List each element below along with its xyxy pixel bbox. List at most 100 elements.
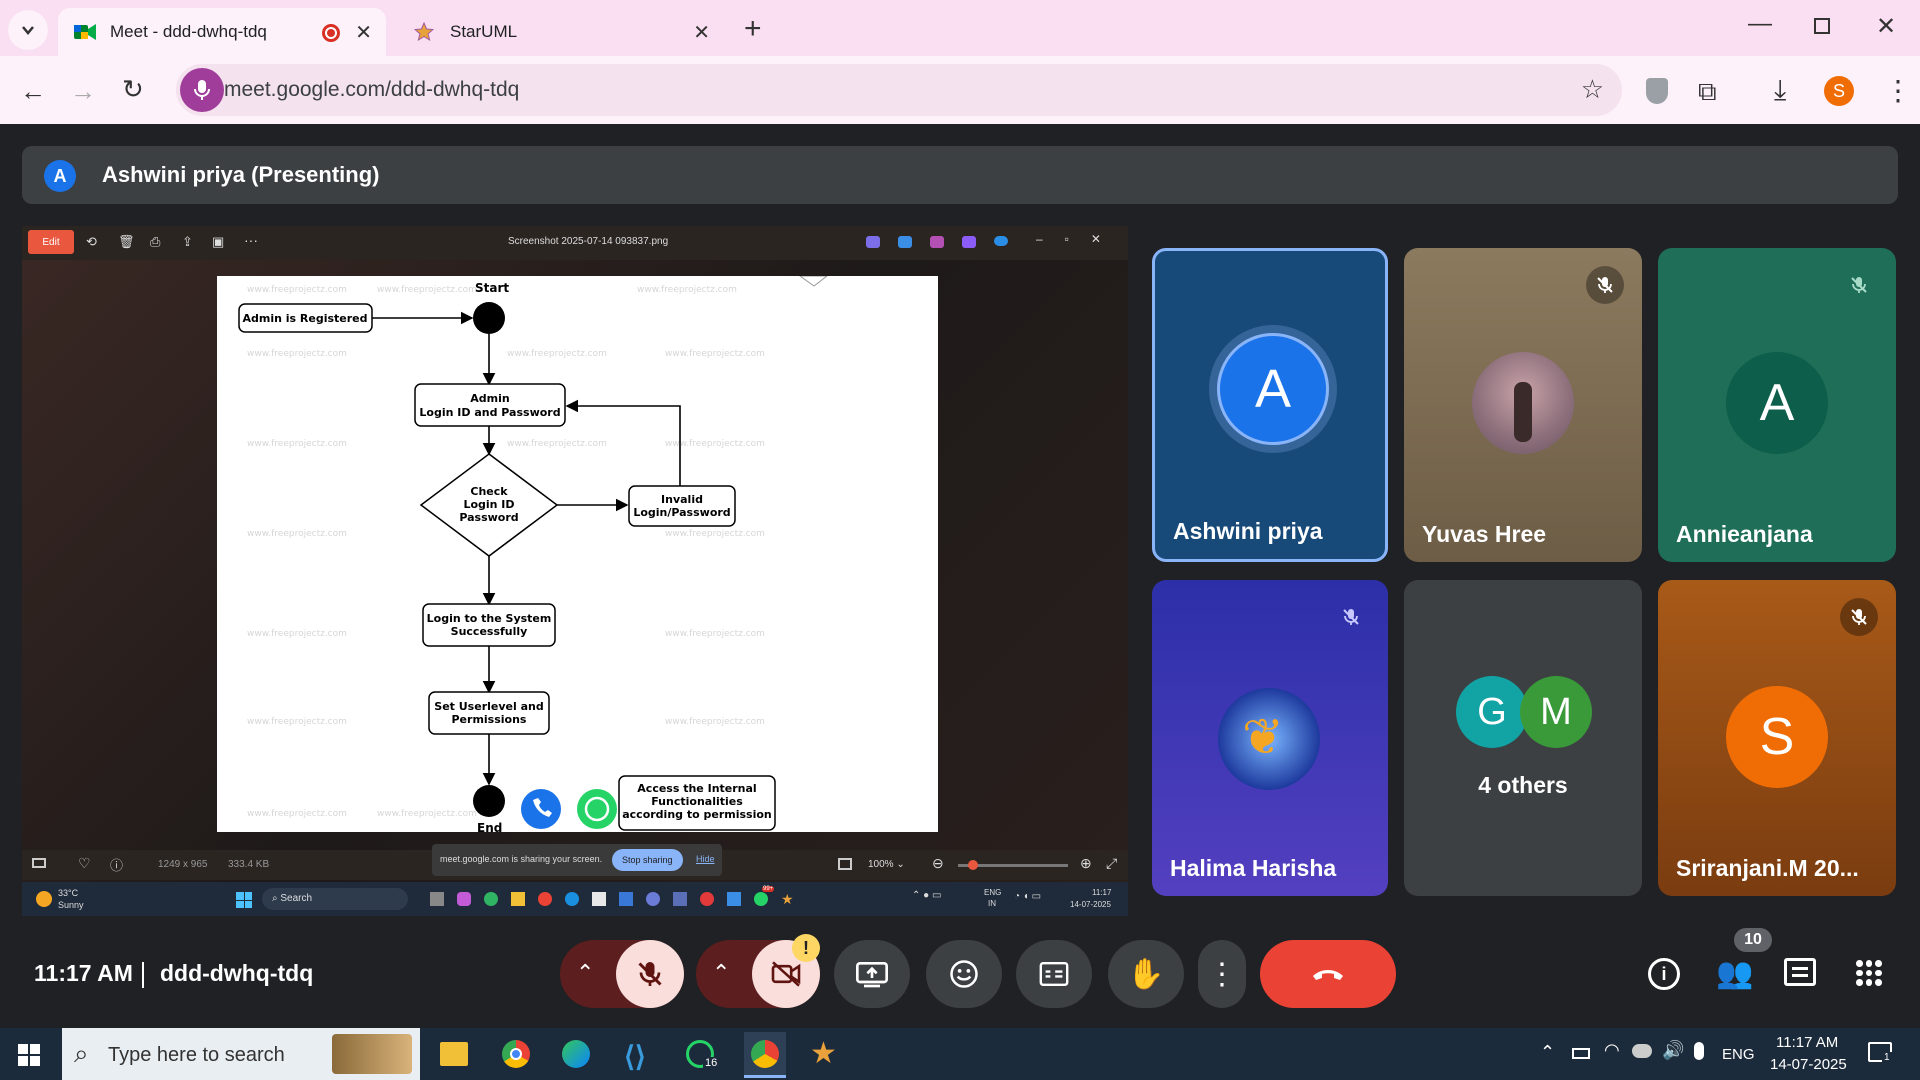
edit-button[interactable]: Edit	[28, 230, 74, 254]
delete-icon[interactable]: 🗑	[118, 234, 135, 250]
copilot-icon[interactable]	[866, 236, 880, 248]
browser-menu-icon[interactable]: ⋮	[1884, 74, 1912, 107]
viewer-window-controls[interactable]: –▫✕	[1036, 232, 1123, 246]
folder-icon[interactable]	[511, 892, 525, 906]
participant-tile[interactable]: Yuvas Hree	[1404, 248, 1642, 562]
clock-date[interactable]: 14-07-2025	[1770, 1056, 1847, 1073]
more-icon[interactable]: ···	[244, 232, 258, 248]
store-icon[interactable]	[619, 892, 633, 906]
info-icon[interactable]: ▣	[212, 234, 224, 250]
tab-meet[interactable]: Meet - ddd-dwhq-tdq ✕	[58, 8, 386, 56]
paint-icon[interactable]	[930, 236, 944, 248]
video-options-button[interactable]: ⌃	[712, 960, 730, 986]
onedrive-icon[interactable]	[994, 236, 1008, 246]
new-tab-button[interactable]: +	[744, 12, 762, 46]
share-icon[interactable]: ⇪	[182, 234, 193, 250]
taskbar-search[interactable]: ⌕ Search	[262, 888, 408, 910]
participant-tile[interactable]: ❦ Halima Harisha	[1152, 580, 1388, 896]
copilot-icon[interactable]	[457, 892, 471, 906]
tray-status-icons[interactable]: ◔ ◖ ▭	[1014, 891, 1041, 902]
extensions-puzzle-icon[interactable]: ⧉	[1698, 76, 1717, 108]
bookmark-star-icon[interactable]: ☆	[1581, 74, 1604, 105]
forward-icon[interactable]: →	[70, 76, 96, 107]
reload-icon[interactable]: ↻	[122, 74, 144, 105]
shield-extension-icon[interactable]	[1646, 78, 1668, 104]
mic-toggle-button[interactable]	[616, 940, 684, 1008]
close-window-button[interactable]: ✕	[1876, 12, 1896, 41]
stop-sharing-button[interactable]: Stop sharing	[612, 849, 683, 871]
captions-button[interactable]	[1016, 940, 1092, 1008]
camera-off-icon	[771, 961, 801, 987]
chat-icon[interactable]	[1784, 958, 1816, 986]
leave-call-button[interactable]	[1260, 940, 1396, 1008]
download-icon[interactable]: ⤓	[1774, 74, 1786, 107]
app-icon[interactable]	[673, 892, 687, 906]
tray-overflow-icon[interactable]: ⌃	[1540, 1042, 1555, 1063]
more-options-button[interactable]: ⋮	[1198, 940, 1246, 1008]
windows-start-icon[interactable]	[18, 1044, 40, 1066]
whatsapp-icon[interactable]: 16	[686, 1040, 720, 1069]
rotate-icon[interactable]: ⟲	[86, 234, 97, 250]
chrome-icon[interactable]	[538, 892, 552, 906]
taskbar-search-box[interactable]: ⌕ Type here to search	[62, 1028, 420, 1080]
raise-hand-button[interactable]: ✋	[1108, 940, 1184, 1008]
tab-staruml[interactable]: StarUML ✕	[398, 8, 724, 56]
file-explorer-icon[interactable]	[440, 1042, 468, 1066]
close-tab-icon[interactable]: ✕	[355, 20, 372, 45]
tray-lang[interactable]: ENG	[984, 888, 1001, 897]
windows-start-icon[interactable]	[236, 892, 252, 908]
fullscreen-icon[interactable]: ⤢	[1106, 855, 1117, 872]
meeting-info-icon[interactable]: i	[1648, 958, 1680, 990]
photos-icon[interactable]	[727, 892, 741, 906]
zoom-slider[interactable]	[958, 860, 1068, 870]
participant-tile[interactable]: S Sriranjani.M 20...	[1658, 580, 1896, 896]
back-icon[interactable]: ←	[20, 76, 46, 107]
address-bar[interactable]: meet.google.com/ddd-dwhq-tdq ☆	[176, 64, 1622, 116]
favorite-icon[interactable]: ♡	[78, 855, 91, 872]
restore-button[interactable]	[1814, 18, 1830, 34]
clock-time[interactable]: 11:17 AM	[1776, 1034, 1838, 1051]
chrome-active-icon[interactable]	[744, 1032, 786, 1078]
others-tile[interactable]: G M 4 others	[1404, 580, 1642, 896]
audio-options-button[interactable]: ⌃	[576, 960, 594, 986]
editor-icon[interactable]	[898, 236, 912, 248]
zoom-level[interactable]: 100% ⌄	[868, 859, 905, 870]
staruml-icon[interactable]: ★	[781, 892, 795, 906]
present-screen-button[interactable]	[834, 940, 910, 1008]
app-icon[interactable]	[646, 892, 660, 906]
clipchamp-icon[interactable]	[962, 236, 976, 248]
tab-search-button[interactable]	[8, 10, 48, 50]
zoom-in-icon[interactable]: ⊕	[1080, 855, 1092, 872]
participant-tile[interactable]: A Annieanjana	[1658, 248, 1896, 562]
volume-icon[interactable]: 🔊	[1662, 1040, 1684, 1061]
edge-blue-icon[interactable]	[565, 892, 579, 906]
fit-window-icon[interactable]	[838, 858, 852, 870]
microphone-tray-icon[interactable]	[1694, 1042, 1704, 1060]
participant-tile[interactable]: A Ashwini priya	[1152, 248, 1388, 562]
people-icon[interactable]: 👥	[1716, 956, 1753, 991]
language-indicator[interactable]: ENG	[1722, 1046, 1755, 1063]
onedrive-status-icon[interactable]	[1632, 1044, 1652, 1058]
vscode-icon[interactable]: ⟨⟩	[624, 1040, 646, 1073]
profile-avatar[interactable]: S	[1824, 76, 1854, 106]
close-tab-icon[interactable]: ✕	[693, 20, 710, 45]
activities-grid-icon[interactable]	[1856, 960, 1882, 986]
opera-icon[interactable]	[700, 892, 714, 906]
info-circle-icon[interactable]: ⓘ	[110, 855, 123, 874]
print-icon[interactable]: ⎙	[150, 234, 160, 250]
zoom-out-icon[interactable]: ⊖	[932, 855, 944, 872]
wifi-icon[interactable]: ◠	[1604, 1040, 1620, 1061]
chrome-icon[interactable]	[502, 1040, 530, 1068]
notification-icon[interactable]: 1	[1868, 1042, 1892, 1063]
hide-link[interactable]: Hide	[696, 854, 715, 864]
reactions-button[interactable]	[926, 940, 1002, 1008]
taskview-icon[interactable]	[430, 892, 444, 906]
whatsapp-icon[interactable]: 99+	[754, 886, 775, 906]
minimize-button[interactable]: —	[1748, 10, 1772, 38]
calendar-icon[interactable]	[592, 892, 606, 906]
battery-icon[interactable]	[1572, 1048, 1590, 1059]
edge-icon[interactable]	[562, 1040, 590, 1068]
staruml-icon[interactable]: ★	[810, 1036, 837, 1071]
edge-icon[interactable]	[484, 892, 498, 906]
filmstrip-icon[interactable]	[32, 858, 46, 868]
